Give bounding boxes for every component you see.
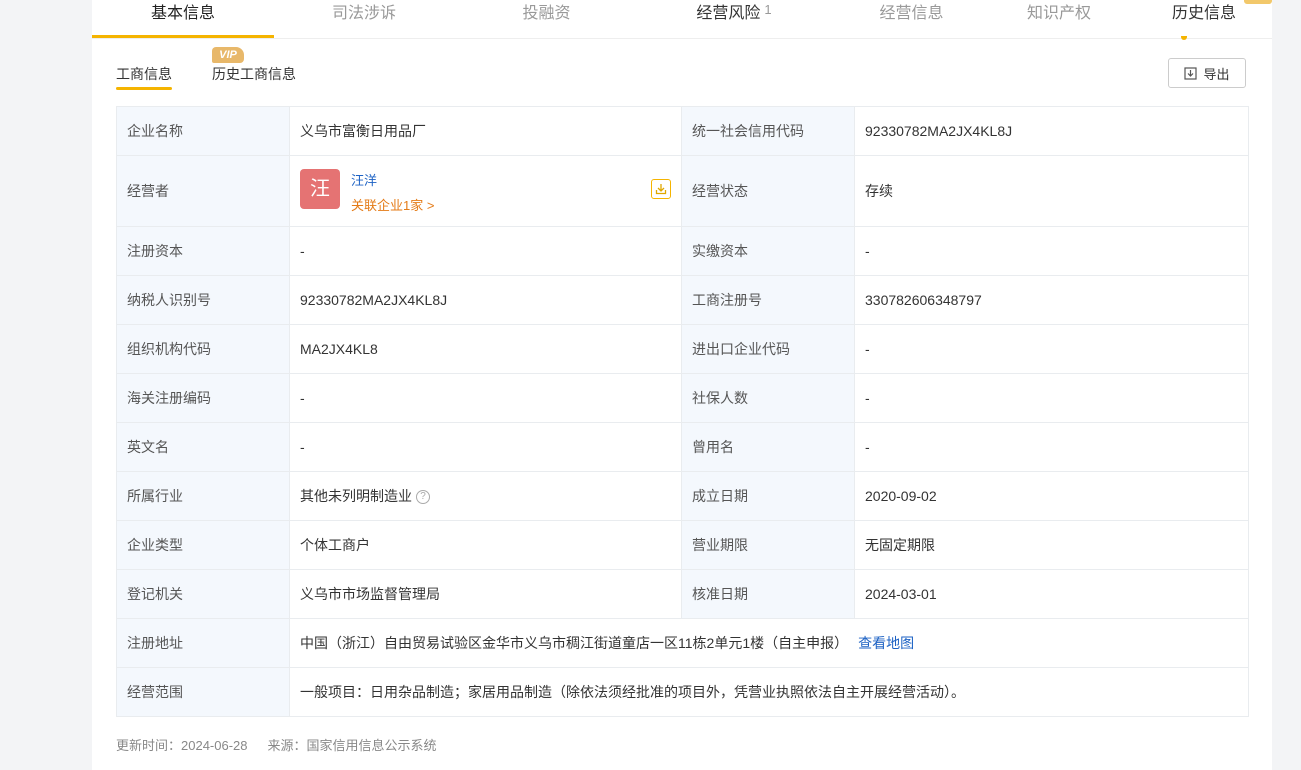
- approval-date-value: 2024-03-01: [854, 569, 1249, 619]
- customs-code-value: -: [289, 373, 682, 423]
- credit-code-value: 92330782MA2JX4KL8J: [854, 106, 1249, 156]
- table-row: 经营者 汪 汪洋 关联企业1家 > 经营状态 存续: [116, 155, 1249, 227]
- footer: 更新时间：2024-06-28 来源：国家信用信息公示系统: [116, 735, 437, 754]
- business-term-label: 营业期限: [681, 520, 855, 570]
- company-info-panel: 基本信息 司法涉诉 投融资 经营风险 1 经营信息 知识产权 历史信息 工商信息 …: [92, 0, 1272, 770]
- tab-operation-info[interactable]: 经营信息: [829, 0, 994, 37]
- update-time: 更新时间：2024-06-28: [116, 738, 248, 753]
- industry-label: 所属行业: [116, 471, 290, 521]
- related-companies-link[interactable]: 关联企业1家 >: [300, 195, 671, 214]
- taxpayer-id-value: 92330782MA2JX4KL8J: [289, 275, 682, 325]
- business-info-table: 企业名称 义乌市富衡日用品厂 统一社会信用代码 92330782MA2JX4KL…: [116, 106, 1249, 717]
- tab-history-info[interactable]: 历史信息: [1154, 0, 1254, 37]
- operator-name-link[interactable]: 汪洋: [300, 170, 671, 189]
- avatar: 汪: [300, 168, 340, 209]
- english-name-value: -: [289, 422, 682, 472]
- registration-authority-label: 登记机关: [116, 569, 290, 619]
- view-map-link[interactable]: 查看地图: [858, 635, 914, 651]
- corner-flag: [1244, 0, 1272, 4]
- top-tab-bar: 基本信息 司法涉诉 投融资 经营风险 1 经营信息 知识产权 历史信息: [92, 0, 1272, 40]
- business-term-value: 无固定期限: [854, 520, 1249, 570]
- tab-label: 经营风险: [696, 5, 761, 22]
- founded-date-value: 2020-09-02: [854, 471, 1249, 521]
- active-tab-indicator: [92, 35, 274, 38]
- table-row: 英文名 - 曾用名 -: [116, 422, 1249, 472]
- table-row: 纳税人识别号 92330782MA2JX4KL8J 工商注册号 33078260…: [116, 275, 1249, 325]
- subtab-active-indicator: [116, 87, 172, 90]
- insured-count-value: -: [854, 373, 1249, 423]
- table-row: 登记机关 义乌市市场监督管理局 核准日期 2024-03-01: [116, 569, 1249, 619]
- reg-capital-value: -: [289, 226, 682, 276]
- table-row: 注册资本 - 实缴资本 -: [116, 226, 1249, 276]
- import-export-code-label: 进出口企业代码: [681, 324, 855, 374]
- table-row: 企业名称 义乌市富衡日用品厂 统一社会信用代码 92330782MA2JX4KL…: [116, 106, 1249, 156]
- tab-label: 基本信息: [150, 5, 215, 22]
- operator-cell: 汪 汪洋 关联企业1家 >: [289, 155, 682, 227]
- scope-label: 经营范围: [116, 667, 290, 717]
- export-button[interactable]: 导出: [1168, 58, 1246, 88]
- import-export-code-value: -: [854, 324, 1249, 374]
- taxpayer-id-label: 纳税人识别号: [116, 275, 290, 325]
- company-name-value: 义乌市富衡日用品厂: [289, 106, 682, 156]
- history-tab-marker: [1181, 36, 1187, 40]
- table-row: 企业类型 个体工商户 营业期限 无固定期限: [116, 520, 1249, 570]
- download-icon[interactable]: [651, 178, 671, 199]
- former-name-value: -: [854, 422, 1249, 472]
- tab-basic-info[interactable]: 基本信息: [92, 0, 274, 37]
- credit-code-label: 统一社会信用代码: [681, 106, 855, 156]
- english-name-label: 英文名: [116, 422, 290, 472]
- tab-financing[interactable]: 投融资: [454, 0, 639, 37]
- export-icon: [1184, 66, 1198, 80]
- scope-value: 一般项目：日用杂品制造；家居用品制造（除依法须经批准的项目外，凭营业执照依法自主…: [289, 667, 1249, 717]
- approval-date-label: 核准日期: [681, 569, 855, 619]
- tab-count-badge: 1: [764, 2, 772, 17]
- org-code-label: 组织机构代码: [116, 324, 290, 374]
- table-row: 注册地址 中国（浙江）自由贸易试验区金华市义乌市稠江街道童店一区11栋2单元1楼…: [116, 618, 1249, 668]
- tab-label: 知识产权: [1026, 5, 1091, 22]
- table-row: 组织机构代码 MA2JX4KL8 进出口企业代码 -: [116, 324, 1249, 374]
- former-name-label: 曾用名: [681, 422, 855, 472]
- subtab-history-business-info[interactable]: 历史工商信息: [212, 64, 296, 84]
- address-label: 注册地址: [116, 618, 290, 668]
- company-type-label: 企业类型: [116, 520, 290, 570]
- export-label: 导出: [1203, 66, 1230, 82]
- vip-badge: VIP: [212, 47, 244, 63]
- tab-judicial[interactable]: 司法涉诉: [274, 0, 454, 37]
- paid-capital-label: 实缴资本: [681, 226, 855, 276]
- org-code-value: MA2JX4KL8: [289, 324, 682, 374]
- tab-label: 历史信息: [1171, 5, 1236, 22]
- table-row: 所属行业 其他未列明制造业? 成立日期 2020-09-02: [116, 471, 1249, 521]
- address-cell: 中国（浙江）自由贸易试验区金华市义乌市稠江街道童店一区11栋2单元1楼（自主申报…: [289, 618, 1249, 668]
- status-value: 存续: [854, 155, 1249, 227]
- industry-value: 其他未列明制造业: [300, 488, 412, 504]
- founded-date-label: 成立日期: [681, 471, 855, 521]
- tab-label: 司法涉诉: [331, 5, 396, 22]
- company-name-label: 企业名称: [116, 106, 290, 156]
- tab-label: 投融资: [522, 5, 571, 22]
- tab-label: 经营信息: [879, 5, 944, 22]
- tab-business-risk[interactable]: 经营风险 1: [639, 0, 829, 37]
- reg-number-value: 330782606348797: [854, 275, 1249, 325]
- address-value: 中国（浙江）自由贸易试验区金华市义乌市稠江街道童店一区11栋2单元1楼（自主申报…: [300, 635, 849, 651]
- reg-capital-label: 注册资本: [116, 226, 290, 276]
- tab-intellectual-property[interactable]: 知识产权: [994, 0, 1124, 37]
- status-label: 经营状态: [681, 155, 855, 227]
- data-source: 来源：国家信用信息公示系统: [267, 738, 437, 753]
- industry-cell: 其他未列明制造业?: [289, 471, 682, 521]
- paid-capital-value: -: [854, 226, 1249, 276]
- help-icon[interactable]: ?: [416, 490, 430, 505]
- subtab-business-info[interactable]: 工商信息: [116, 64, 172, 84]
- registration-authority-value: 义乌市市场监督管理局: [289, 569, 682, 619]
- table-row: 经营范围 一般项目：日用杂品制造；家居用品制造（除依法须经批准的项目外，凭营业执…: [116, 667, 1249, 717]
- operator-label: 经营者: [116, 155, 290, 227]
- company-type-value: 个体工商户: [289, 520, 682, 570]
- table-row: 海关注册编码 - 社保人数 -: [116, 373, 1249, 423]
- customs-code-label: 海关注册编码: [116, 373, 290, 423]
- insured-count-label: 社保人数: [681, 373, 855, 423]
- reg-number-label: 工商注册号: [681, 275, 855, 325]
